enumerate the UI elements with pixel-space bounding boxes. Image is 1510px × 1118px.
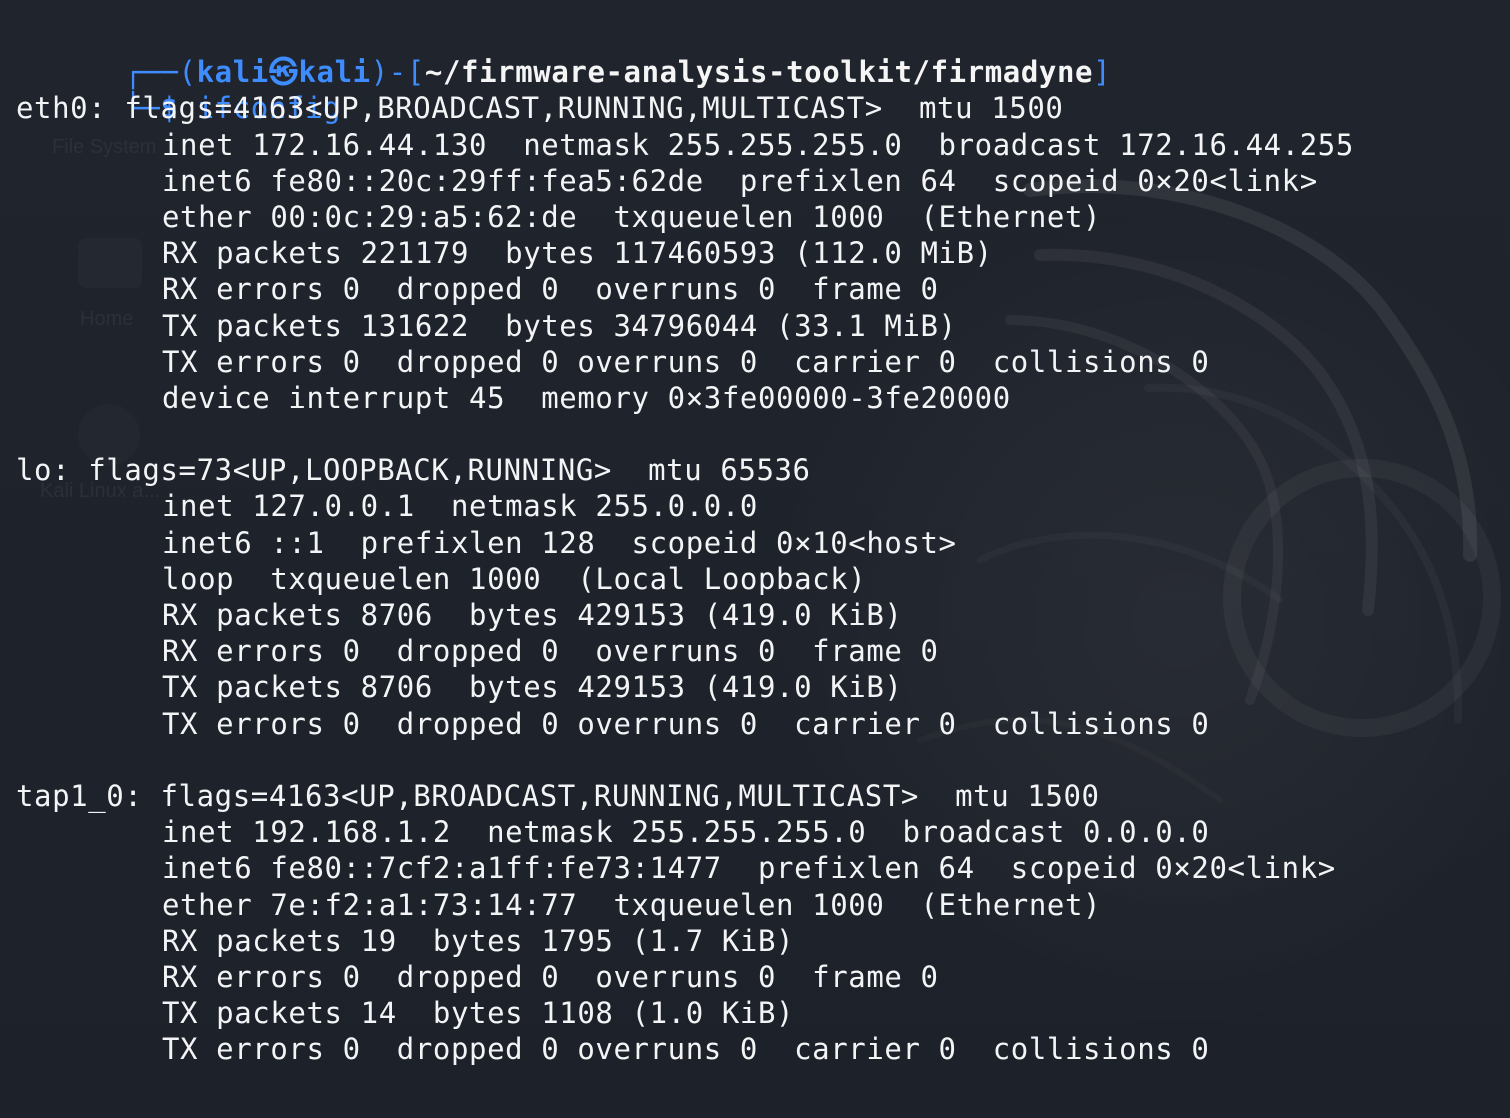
output-line-tap-rx-errors: RX errors 0 dropped 0 overruns 0 frame 0: [162, 959, 939, 994]
output-line-eth0-device: device interrupt 45 memory 0×3fe00000-3f…: [162, 380, 1011, 415]
output-line-eth0-ether: ether 00:0c:29:a5:62:de txqueuelen 1000 …: [162, 199, 1102, 234]
output-line-eth0-inet: inet 172.16.44.130 netmask 255.255.255.0…: [162, 127, 1354, 162]
output-line-tap-header: tap1_0: flags=4163<UP,BROADCAST,RUNNING,…: [16, 778, 1100, 813]
output-line-lo-tx-errors: TX errors 0 dropped 0 overruns 0 carrier…: [162, 706, 1210, 741]
terminal-window[interactable]: File System Home Kali Linux a... ┌──(kal…: [0, 0, 1510, 1118]
output-line-lo-tx-packets: TX packets 8706 bytes 429153 (419.0 KiB): [162, 670, 903, 705]
output-line-eth0-rx-packets: RX packets 221179 bytes 117460593 (112.0…: [162, 236, 993, 271]
terminal-content[interactable]: ┌──(kali㉿kali)-[~/firmware-analysis-tool…: [16, 18, 1500, 1108]
prompt-left-bracket: ┌──(: [124, 55, 197, 90]
output-line-eth0-header: eth0: flags=4163<UP,BROADCAST,RUNNING,MU…: [16, 91, 1064, 126]
output-line-tap-inet: inet 192.168.1.2 netmask 255.255.255.0 b…: [162, 815, 1210, 850]
output-line-eth0-rx-errors: RX errors 0 dropped 0 overruns 0 frame 0: [162, 272, 939, 307]
output-line-tap-tx-packets: TX packets 14 bytes 1108 (1.0 KiB): [162, 996, 795, 1031]
output-line-eth0-tx-errors: TX errors 0 dropped 0 overruns 0 carrier…: [162, 344, 1210, 379]
output-line-lo-rx-errors: RX errors 0 dropped 0 overruns 0 frame 0: [162, 634, 939, 669]
output-line-lo-header: lo: flags=73<UP,LOOPBACK,RUNNING> mtu 65…: [16, 453, 811, 488]
output-line-lo-rx-packets: RX packets 8706 bytes 429153 (419.0 KiB): [162, 598, 903, 632]
output-line-eth0-tx-packets: TX packets 131622 bytes 34796044 (33.1 M…: [162, 308, 957, 343]
prompt-user: kali: [196, 55, 269, 90]
output-line-lo-loop: loop txqueuelen 1000 (Local Loopback): [162, 561, 867, 596]
output-line-tap-inet6: inet6 fe80::7cf2:a1ff:fe73:1477 prefixle…: [162, 851, 1336, 886]
output-line-tap-tx-errors: TX errors 0 dropped 0 overruns 0 carrier…: [162, 1032, 1210, 1067]
prompt-right-bracket: ]: [1093, 55, 1112, 90]
prompt-mid-bracket: )-[: [370, 55, 425, 90]
prompt-skull-icon: ㉿: [268, 55, 299, 90]
prompt-line-1: ┌──(kali㉿kali)-[~/firmware-analysis-tool…: [16, 18, 1500, 89]
output-line-lo-inet6: inet6 ::1 prefixlen 128 scopeid 0×10<hos…: [162, 525, 957, 560]
output-line-eth0-inet6: inet6 fe80::20c:29ff:fea5:62de prefixlen…: [162, 163, 1318, 198]
prompt-path: ~/firmware-analysis-toolkit/firmadyne: [424, 55, 1094, 90]
output-line-tap-ether: ether 7e:f2:a1:73:14:77 txqueuelen 1000 …: [162, 887, 1102, 922]
prompt-host: kali: [298, 55, 371, 90]
output-line-lo-inet: inet 127.0.0.1 netmask 255.0.0.0: [162, 489, 758, 524]
output-line-tap-rx-packets: RX packets 19 bytes 1795 (1.7 KiB): [162, 923, 795, 958]
